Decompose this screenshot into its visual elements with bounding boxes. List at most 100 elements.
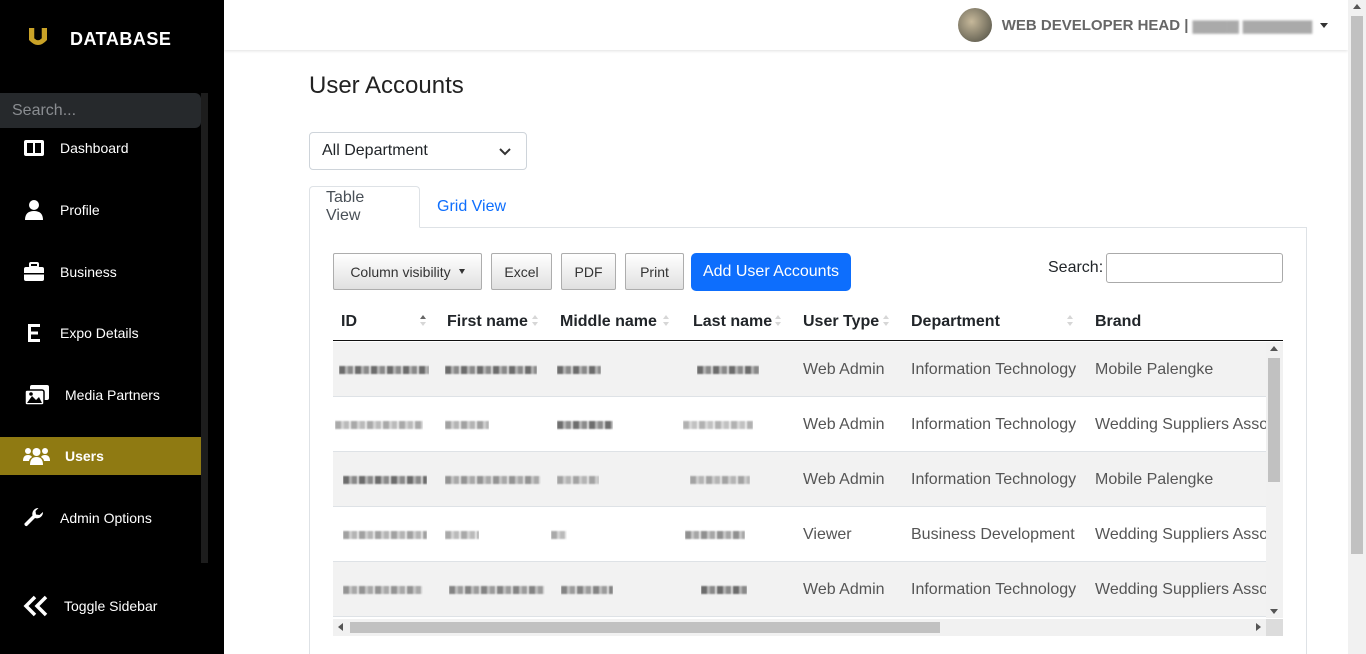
toggle-sidebar-label: Toggle Sidebar xyxy=(64,598,158,614)
sidebar-scrollbar[interactable] xyxy=(201,93,208,563)
table-vertical-scrollbar[interactable] xyxy=(1266,342,1283,618)
department-select[interactable]: All Department xyxy=(309,132,527,170)
redacted-id xyxy=(343,585,423,594)
redacted-first-name xyxy=(449,585,545,594)
cell-department: Information Technology xyxy=(911,580,1077,598)
brand[interactable]: DATABASE xyxy=(26,22,171,56)
cell-user-type: Web Admin xyxy=(803,415,885,433)
sidebar-item-users[interactable]: Users xyxy=(0,437,201,475)
sidebar-item-media-partners[interactable]: Media Partners xyxy=(0,376,201,414)
cell-user-type: Viewer xyxy=(803,525,852,543)
sidebar-item-label: Business xyxy=(60,264,117,280)
table-horizontal-scrollbar-thumb[interactable] xyxy=(350,622,940,633)
column-header-id[interactable]: ID xyxy=(341,303,357,341)
column-visibility-button[interactable]: Column visibility xyxy=(333,253,482,290)
table-row[interactable]: Web Admin Information Technology Wedding… xyxy=(333,397,1266,452)
page-scrollbar[interactable] xyxy=(1348,0,1366,654)
avatar xyxy=(957,8,992,42)
sidebar-item-label: Media Partners xyxy=(65,387,160,403)
table-search-label: Search: xyxy=(1048,259,1104,276)
column-header-label: Brand xyxy=(1095,313,1142,330)
cell-user-type: Web Admin xyxy=(803,360,885,378)
column-header-department[interactable]: Department xyxy=(911,303,1000,341)
cell-department: Business Development xyxy=(911,525,1075,543)
redacted-middle-name xyxy=(557,365,601,374)
table-row[interactable]: Web Admin Information Technology Mobile … xyxy=(333,342,1266,397)
redacted-id xyxy=(343,475,427,484)
users-icon xyxy=(23,445,50,467)
print-button[interactable]: Print xyxy=(625,253,684,290)
column-header-middle-name[interactable]: Middle name xyxy=(560,303,657,341)
user-accounts-table: ID First name Middle name Last name User… xyxy=(333,303,1283,637)
cell-brand: Wedding Suppliers Asso xyxy=(1095,580,1266,598)
redacted-middle-name xyxy=(557,475,599,484)
tab-table-view[interactable]: Table View xyxy=(309,186,420,228)
user-name-redacted: ▆▆▆▆ ▆▆▆▆▆▆ xyxy=(1192,17,1312,34)
redacted-id xyxy=(335,420,423,429)
cell-brand: Mobile Palengke xyxy=(1095,360,1214,378)
table-vertical-scrollbar-thumb[interactable] xyxy=(1268,358,1280,482)
dashboard-icon xyxy=(23,137,45,159)
cell-brand: Wedding Suppliers Asso xyxy=(1095,525,1266,543)
table-row[interactable]: Web Admin Information Technology Mobile … xyxy=(333,452,1266,507)
view-tabs: Table View Grid View xyxy=(309,186,1307,228)
sidebar-item-dashboard[interactable]: Dashboard xyxy=(0,129,201,167)
caret-down-icon xyxy=(1320,22,1328,28)
table-body: Web Admin Information Technology Mobile … xyxy=(333,342,1266,618)
table-horizontal-scrollbar[interactable] xyxy=(333,619,1266,636)
sort-icon xyxy=(883,315,889,329)
scroll-up-arrow-icon[interactable] xyxy=(1270,346,1278,351)
cell-user-type: Web Admin xyxy=(803,470,885,488)
add-user-accounts-button[interactable]: Add User Accounts xyxy=(691,253,851,291)
pdf-button[interactable]: PDF xyxy=(561,253,616,290)
sidebar-search-input[interactable] xyxy=(12,101,192,120)
sidebar-item-admin-options[interactable]: Admin Options xyxy=(0,499,201,537)
sidebar-item-profile[interactable]: Profile xyxy=(0,191,201,229)
cell-department: Information Technology xyxy=(911,415,1077,433)
scroll-left-arrow-icon[interactable] xyxy=(338,623,343,631)
scroll-up-arrow-icon[interactable] xyxy=(1353,4,1361,9)
table-row[interactable]: Viewer Business Development Wedding Supp… xyxy=(333,507,1266,562)
column-header-last-name[interactable]: Last name xyxy=(693,303,772,341)
cell-department: Information Technology xyxy=(911,470,1077,488)
scroll-down-arrow-icon[interactable] xyxy=(1270,609,1278,614)
redacted-last-name xyxy=(690,475,750,484)
redacted-last-name xyxy=(697,365,759,374)
table-row[interactable]: Web Admin Information Technology Wedding… xyxy=(333,562,1266,617)
toggle-sidebar-button[interactable]: Toggle Sidebar xyxy=(0,588,201,624)
images-icon xyxy=(23,384,50,406)
table-header: ID First name Middle name Last name User… xyxy=(333,303,1283,341)
column-visibility-label: Column visibility xyxy=(350,263,451,280)
sort-icon xyxy=(1067,315,1073,329)
sort-icon xyxy=(663,315,669,329)
sidebar-item-label: Dashboard xyxy=(60,140,129,156)
user-icon xyxy=(23,199,45,221)
tab-grid-view[interactable]: Grid View xyxy=(421,186,522,228)
sidebar-item-expo-details[interactable]: Expo Details xyxy=(0,314,201,352)
brand-name: DATABASE xyxy=(70,28,172,49)
column-header-label: Department xyxy=(911,313,1000,330)
column-header-first-name[interactable]: First name xyxy=(447,303,528,341)
sidebar-search[interactable] xyxy=(0,93,201,128)
redacted-middle-name xyxy=(561,585,613,594)
redacted-middle-name xyxy=(551,530,567,539)
sidebar-item-label: Expo Details xyxy=(60,325,139,341)
brand-logo-icon xyxy=(26,26,50,52)
cell-brand: Wedding Suppliers Asso xyxy=(1095,415,1266,433)
column-header-label: Last name xyxy=(693,313,773,330)
column-header-user-type[interactable]: User Type xyxy=(803,303,879,341)
table-search-input[interactable] xyxy=(1106,253,1283,283)
scroll-right-arrow-icon[interactable] xyxy=(1256,623,1261,631)
user-menu[interactable]: WEB DEVELOPER HEAD | ▆▆▆▆ ▆▆▆▆▆▆ xyxy=(957,8,1328,42)
excel-button[interactable]: Excel xyxy=(491,253,552,290)
sidebar-item-business[interactable]: Business xyxy=(0,253,201,291)
redacted-last-name xyxy=(685,530,745,539)
scrollbar-corner xyxy=(1266,619,1283,636)
column-header-brand[interactable]: Brand xyxy=(1095,303,1141,341)
user-role: WEB DEVELOPER HEAD | xyxy=(1001,16,1189,34)
redacted-first-name xyxy=(445,420,489,429)
briefcase-icon xyxy=(23,261,45,283)
page-scrollbar-thumb[interactable] xyxy=(1351,16,1363,554)
cell-department: Information Technology xyxy=(911,360,1077,378)
redacted-first-name xyxy=(445,365,537,374)
